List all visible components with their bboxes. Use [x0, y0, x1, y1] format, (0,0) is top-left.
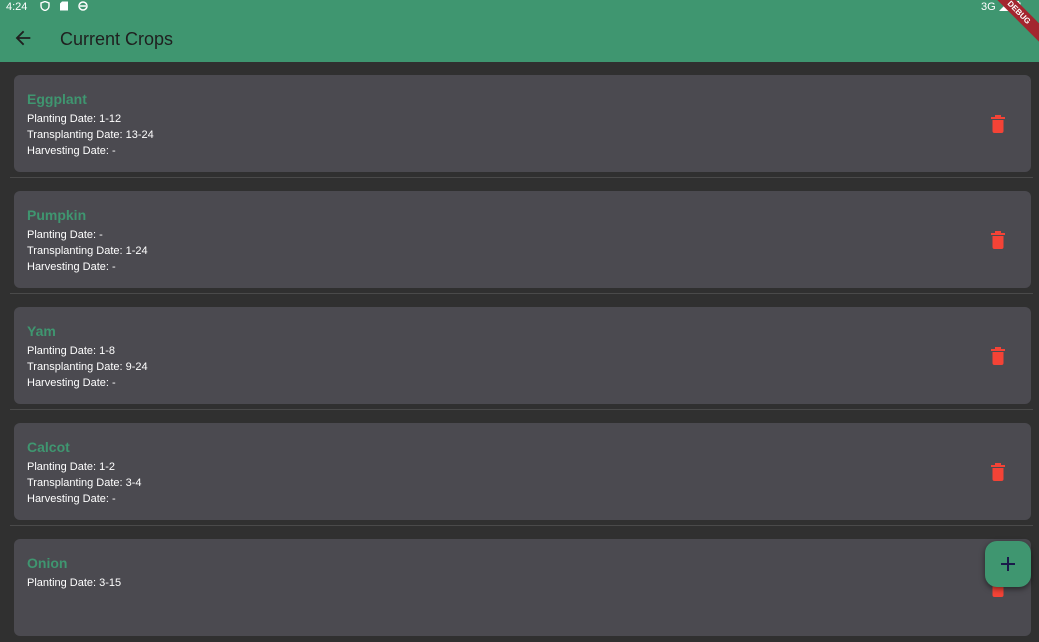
planting-date-label: Planting Date:	[27, 113, 100, 125]
crop-name: Onion	[27, 555, 68, 571]
harvesting-date-value: -	[111, 145, 116, 157]
harvesting-date-value: -	[111, 261, 116, 273]
planting-date-label: Planting Date:	[27, 229, 100, 241]
crop-name: Yam	[27, 323, 56, 339]
harvesting-date: Harvesting Date: -	[27, 493, 116, 505]
planting-date-value: 3-15	[99, 577, 122, 589]
planting-date-value: -	[99, 229, 103, 241]
harvesting-date-label: Harvesting Date:	[27, 261, 112, 273]
crop-name: Pumpkin	[27, 207, 87, 223]
crop-card[interactable]: Eggplant Planting Date: 1-12 Transplanti…	[14, 75, 1031, 172]
crop-row: Calcot Planting Date: 1-2 Transplanting …	[0, 410, 1039, 526]
planting-date-label: Planting Date:	[27, 577, 100, 589]
planting-date-value: 1-8	[99, 345, 116, 357]
planting-date-value: 1-2	[99, 461, 116, 473]
harvesting-date-label: Harvesting Date:	[27, 493, 112, 505]
delete-icon[interactable]	[990, 115, 1006, 133]
harvesting-date-label: Harvesting Date:	[27, 145, 112, 157]
transplanting-date-value: 13-24	[125, 129, 154, 141]
crop-card[interactable]: Onion Planting Date: 3-15	[14, 539, 1031, 636]
status-time: 4:24	[6, 1, 28, 13]
transplanting-date: Transplanting Date: 3-4	[27, 477, 142, 489]
transplanting-date: Transplanting Date: 1-24	[27, 245, 148, 257]
transplanting-date-value: 3-4	[125, 477, 142, 489]
crop-row: Pumpkin Planting Date: - Transplanting D…	[0, 178, 1039, 294]
circle-status-icon	[78, 1, 88, 11]
planting-date-label: Planting Date:	[27, 345, 100, 357]
delete-icon[interactable]	[990, 231, 1006, 249]
transplanting-date: Transplanting Date: 13-24	[27, 129, 154, 141]
planting-date: Planting Date: -	[27, 229, 103, 241]
crop-name: Calcot	[27, 439, 70, 455]
harvesting-date-value: -	[111, 493, 116, 505]
back-arrow-icon[interactable]	[12, 27, 34, 49]
transplanting-date-label: Transplanting Date:	[27, 129, 126, 141]
transplanting-date-value: 1-24	[125, 245, 148, 257]
crop-list: Eggplant Planting Date: 1-12 Transplanti…	[0, 62, 1039, 642]
harvesting-date: Harvesting Date: -	[27, 377, 116, 389]
app-bar: Current Crops	[0, 14, 1039, 62]
planting-date-value: 1-12	[99, 113, 122, 125]
delete-icon[interactable]	[990, 463, 1006, 481]
crop-card[interactable]: Yam Planting Date: 1-8 Transplanting Dat…	[14, 307, 1031, 404]
page-title: Current Crops	[60, 29, 174, 49]
add-crop-button[interactable]	[985, 541, 1031, 587]
sd-card-icon	[60, 1, 68, 11]
planting-date: Planting Date: 1-2	[27, 461, 115, 473]
planting-date: Planting Date: 1-12	[27, 113, 121, 125]
transplanting-date-label: Transplanting Date:	[27, 477, 126, 489]
network-type: 3G	[981, 1, 996, 13]
crop-card[interactable]: Pumpkin Planting Date: - Transplanting D…	[14, 191, 1031, 288]
crop-row: Yam Planting Date: 1-8 Transplanting Dat…	[0, 294, 1039, 410]
status-bar: 4:24 3G	[0, 0, 1039, 14]
crop-card[interactable]: Calcot Planting Date: 1-2 Transplanting …	[14, 423, 1031, 520]
harvesting-date-value: -	[111, 377, 116, 389]
planting-date: Planting Date: 3-15	[27, 577, 121, 589]
delete-icon[interactable]	[990, 347, 1006, 365]
crop-row: Eggplant Planting Date: 1-12 Transplanti…	[0, 62, 1039, 178]
crop-name: Eggplant	[27, 91, 87, 107]
crop-row: Onion Planting Date: 3-15	[0, 526, 1039, 642]
harvesting-date: Harvesting Date: -	[27, 145, 116, 157]
shield-icon	[40, 1, 50, 11]
plus-icon	[1001, 557, 1015, 571]
planting-date-label: Planting Date:	[27, 461, 100, 473]
transplanting-date-label: Transplanting Date:	[27, 361, 126, 373]
transplanting-date-value: 9-24	[125, 361, 148, 373]
harvesting-date: Harvesting Date: -	[27, 261, 116, 273]
harvesting-date-label: Harvesting Date:	[27, 377, 112, 389]
planting-date: Planting Date: 1-8	[27, 345, 115, 357]
transplanting-date: Transplanting Date: 9-24	[27, 361, 148, 373]
transplanting-date-label: Transplanting Date:	[27, 245, 126, 257]
